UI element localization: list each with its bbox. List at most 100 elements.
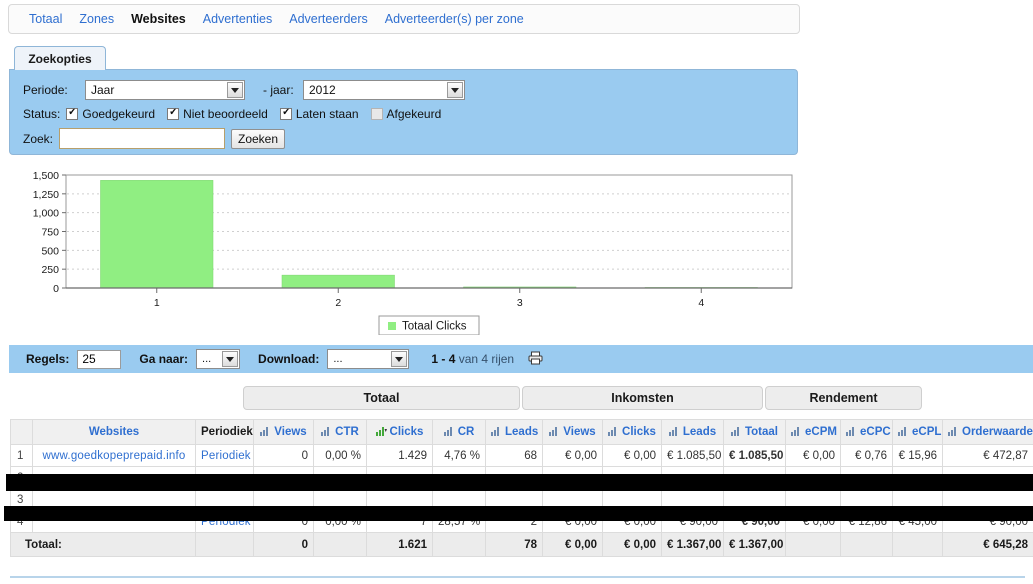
column-header-i_totaal[interactable]: Totaal [723, 419, 786, 445]
search-input[interactable] [59, 128, 225, 149]
chart-bar[interactable] [281, 274, 395, 289]
checkbox-checked-icon[interactable]: ✔ [279, 108, 292, 120]
nav-item-adverteerder-s-per-zone[interactable]: Adverteerder(s) per zone [385, 12, 524, 26]
download-select[interactable]: ... [327, 349, 410, 369]
search-submit-button[interactable]: Zoeken [231, 128, 286, 149]
chart-bar[interactable] [100, 180, 214, 289]
column-header-t_clicks[interactable]: Clicks [366, 419, 433, 445]
sort-icon[interactable] [321, 426, 332, 439]
period-row: Periode: Jaar - jaar: 2012 [23, 80, 783, 100]
column-header-i_leads[interactable]: Leads [661, 419, 724, 445]
column-header-label: Views [274, 425, 307, 438]
column-header-label: Orderwaarde [962, 425, 1033, 438]
checkbox-unchecked-icon[interactable] [370, 108, 383, 120]
column-header-orderwaarde[interactable]: Orderwaarde [942, 419, 1033, 445]
column-header-r_ecpc[interactable]: eCPC [840, 419, 893, 445]
column-header-t_views[interactable]: Views [253, 419, 314, 445]
sort-icon[interactable] [898, 426, 909, 439]
nav-item-websites[interactable]: Websites [131, 12, 186, 26]
cell-t_ctr: 0,00 % [313, 444, 367, 467]
sort-icon[interactable] [948, 426, 959, 439]
checkbox-checked-icon[interactable]: ✔ [167, 108, 180, 120]
status-option-afgekeurd[interactable]: Afgekeurd [370, 107, 441, 121]
total-cell-r_ecpm [785, 532, 841, 557]
chart-legend-label: Totaal Clicks [402, 321, 467, 333]
chevron-down-icon [222, 351, 239, 367]
chevron-down-icon [447, 82, 463, 98]
cell-i_views: € 0,00 [542, 444, 603, 467]
table-row[interactable]: 1 www.goedkopeprepaid.info Periodiek 0 0,00 … [10, 444, 1033, 467]
sort-icon[interactable] [260, 426, 271, 439]
column-header-i_views[interactable]: Views [542, 419, 603, 445]
cell-i_clicks: € 0,00 [602, 444, 662, 467]
bottom-divider [10, 576, 1025, 578]
sort-icon[interactable] [668, 426, 680, 439]
column-header-website[interactable]: Websites [32, 419, 196, 445]
nav-item-totaal[interactable]: Totaal [29, 12, 62, 26]
search-label: Zoek: [23, 131, 54, 146]
sort-icon[interactable] [443, 426, 455, 439]
download-label: Download: [258, 352, 320, 366]
column-group-label: Totaal [363, 391, 400, 405]
website-cell: www.goedkopeprepaid.info [32, 444, 196, 467]
sort-icon[interactable] [791, 426, 802, 439]
y-axis-tick-label: 250 [41, 264, 59, 276]
sort-active-desc-icon[interactable] [375, 426, 387, 439]
column-header-label: eCPL [912, 425, 942, 438]
status-option-laten-staan[interactable]: ✔ Laten staan [279, 107, 359, 121]
y-axis-tick-label: 500 [41, 245, 59, 257]
column-group-inkomsten: Inkomsten [522, 386, 763, 410]
status-option-label: Niet beoordeeld [183, 107, 268, 121]
grid-toolbar: Regels: Ga naar: ... Download: ... 1 - 4… [9, 345, 1033, 373]
status-option-niet-beoordeeld[interactable]: ✔ Niet beoordeeld [167, 107, 268, 121]
column-header-label: Totaal [744, 425, 778, 438]
search-options-tab[interactable]: Zoekopties [14, 46, 106, 70]
column-header-periodiek: Periodiek [195, 419, 254, 445]
website-link[interactable]: www.goedkopeprepaid.info [43, 450, 186, 462]
rows-input[interactable] [77, 349, 122, 369]
column-header-idx [10, 419, 33, 445]
total-cell-t_cr [432, 532, 486, 557]
column-header-i_clicks[interactable]: Clicks [602, 419, 662, 445]
period-select[interactable]: Jaar [85, 80, 245, 100]
y-axis-tick-label: 1,500 [33, 170, 59, 182]
x-axis-tick-label: 1 [154, 297, 160, 309]
download-select-value: ... [333, 353, 343, 365]
sort-icon[interactable] [730, 426, 742, 439]
column-header-t_leads[interactable]: Leads [485, 419, 543, 445]
cell-t_clicks: 1.429 [366, 444, 433, 467]
periodiek-link[interactable]: Periodiek [201, 450, 251, 462]
printer-icon[interactable] [528, 351, 543, 368]
column-group-header: Totaal Inkomsten Rendement [10, 386, 1025, 412]
x-axis-tick-label: 4 [698, 297, 704, 309]
sort-icon[interactable] [549, 426, 560, 439]
search-options-tab-label: Zoekopties [28, 51, 92, 66]
goto-label: Ga naar: [139, 352, 189, 366]
y-axis-tick-label: 1,250 [33, 189, 59, 201]
nav-item-zones[interactable]: Zones [79, 12, 114, 26]
sort-icon[interactable] [608, 426, 619, 439]
year-select[interactable]: 2012 [303, 80, 465, 100]
nav-item-advertenties[interactable]: Advertenties [203, 12, 272, 26]
column-header-t_cr[interactable]: CR [432, 419, 486, 445]
column-header-label: eCPM [805, 425, 837, 438]
status-option-goedgekeurd[interactable]: ✔ Goedgekeurd [66, 107, 155, 121]
column-header-t_ctr[interactable]: CTR [313, 419, 367, 445]
rows-label: Regels: [26, 352, 70, 366]
total-cell-i_leads: € 1.367,00 [661, 532, 724, 557]
period-label: Periode: [23, 83, 68, 97]
column-header-r_ecpm[interactable]: eCPM [785, 419, 841, 445]
total-cell-t_leads: 78 [485, 532, 543, 557]
column-header-label: Leads [505, 425, 539, 438]
column-group-totaal: Totaal [243, 386, 520, 410]
cell-i_leads: € 1.085,50 [661, 444, 724, 467]
sort-icon[interactable] [491, 426, 502, 439]
sort-icon[interactable] [846, 426, 857, 439]
goto-select[interactable]: ... [196, 349, 241, 369]
checkbox-checked-icon[interactable]: ✔ [66, 108, 79, 120]
year-label: - jaar: [263, 83, 294, 97]
column-header-r_ecpl[interactable]: eCPL [892, 419, 943, 445]
cell-t_cr: 4,76 % [432, 444, 486, 467]
nav-item-adverteerders[interactable]: Adverteerders [289, 12, 368, 26]
redacted-row-bar [6, 474, 1033, 491]
